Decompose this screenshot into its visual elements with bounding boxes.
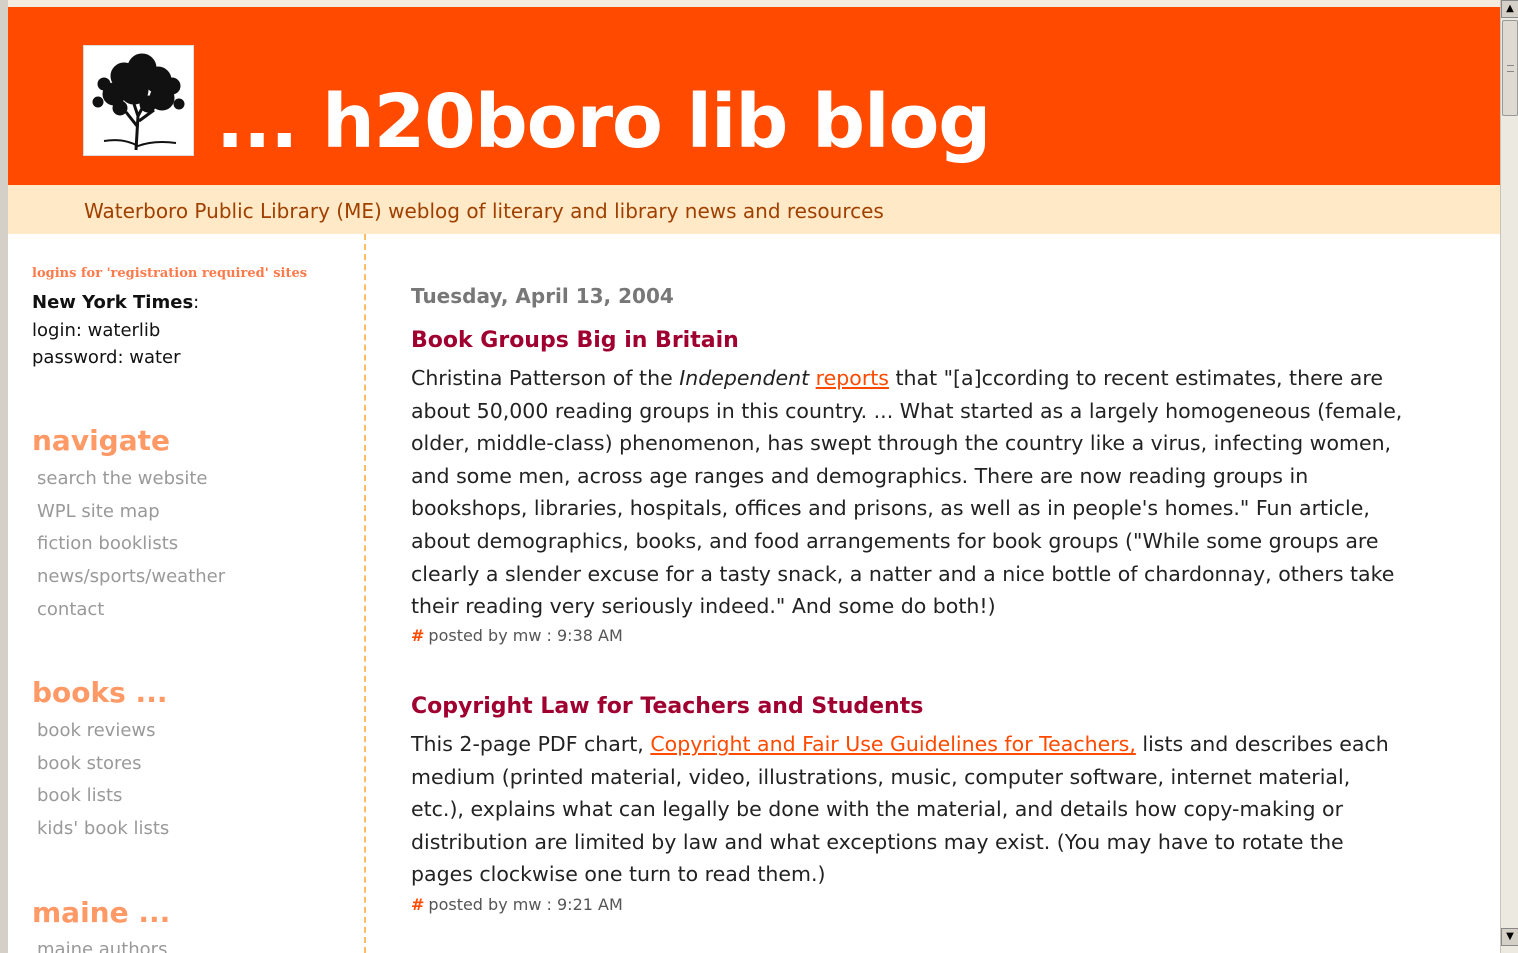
- post-text: Christina Patterson of the: [411, 366, 680, 390]
- post-footer: # posted by mw : 9:21 AM: [411, 895, 623, 914]
- sidebar-link-contact[interactable]: contact: [37, 599, 104, 620]
- sidebar-link-book-lists[interactable]: book lists: [37, 785, 122, 806]
- post-title[interactable]: Copyright Law for Teachers and Students: [411, 694, 923, 719]
- copyright-guidelines-link[interactable]: Copyright and Fair Use Guidelines for Te…: [650, 732, 1136, 756]
- scroll-thumb[interactable]: [1502, 20, 1518, 116]
- sidebar-link-news-sports-weather[interactable]: news/sports/weather: [37, 566, 225, 587]
- vertical-scrollbar[interactable]: ▲ ▼: [1500, 0, 1518, 953]
- nyt-login: login: waterlib: [32, 320, 161, 341]
- sidebar-link-book-reviews[interactable]: book reviews: [37, 720, 156, 741]
- sidebar: logins for 'registration required' sites…: [8, 234, 366, 953]
- scroll-up-icon[interactable]: ▲: [1501, 0, 1518, 18]
- nyt-credentials-label: New York Times:: [32, 292, 199, 313]
- sidebar-link-kids-book-lists[interactable]: kids' book lists: [37, 818, 169, 839]
- browser-page: ... h20boro lib blog Waterboro Public Li…: [0, 0, 1500, 953]
- permalink-hash[interactable]: #: [411, 895, 424, 914]
- post-byline: posted by mw : 9:38 AM: [428, 626, 623, 645]
- sidebar-link-fiction-booklists[interactable]: fiction booklists: [37, 533, 178, 554]
- post-footer: # posted by mw : 9:38 AM: [411, 626, 623, 645]
- reports-link[interactable]: reports: [816, 366, 889, 390]
- post-body: This 2-page PDF chart, Copyright and Fai…: [411, 728, 1406, 891]
- nyt-colon: :: [193, 292, 200, 313]
- date-header: Tuesday, April 13, 2004: [411, 284, 674, 308]
- tree-logo-image: [83, 45, 194, 156]
- blog-header: ... h20boro lib blog: [8, 7, 1500, 185]
- blog-title[interactable]: ... h20boro lib blog: [216, 85, 991, 159]
- post-emphasis: Independent: [679, 366, 810, 390]
- nyt-label: New York Times: [32, 292, 194, 313]
- navigate-heading: navigate: [32, 424, 170, 457]
- nyt-password: password: water: [32, 347, 181, 368]
- sidebar-link-site-map[interactable]: WPL site map: [37, 501, 160, 522]
- logins-heading: logins for 'registration required' sites: [32, 266, 308, 281]
- top-strip: [8, 0, 1500, 7]
- scroll-down-icon[interactable]: ▼: [1501, 928, 1518, 946]
- sidebar-link-search-website[interactable]: search the website: [37, 468, 208, 489]
- books-heading: books ...: [32, 676, 168, 709]
- post-byline: posted by mw : 9:21 AM: [428, 895, 623, 914]
- maine-heading: maine ...: [32, 896, 171, 929]
- permalink-hash[interactable]: #: [411, 626, 424, 645]
- sidebar-link-book-stores[interactable]: book stores: [37, 753, 142, 774]
- post-body: Christina Patterson of the Independent r…: [411, 362, 1406, 623]
- post-title[interactable]: Book Groups Big in Britain: [411, 328, 739, 353]
- sidebar-link-maine-authors[interactable]: maine authors: [37, 939, 167, 953]
- blog-description: Waterboro Public Library (ME) weblog of …: [84, 199, 884, 223]
- post-text: This 2-page PDF chart,: [411, 732, 651, 756]
- description-bar: Waterboro Public Library (ME) weblog of …: [8, 185, 1500, 234]
- post-text: that "[a]ccording to recent estimates, t…: [411, 366, 1403, 619]
